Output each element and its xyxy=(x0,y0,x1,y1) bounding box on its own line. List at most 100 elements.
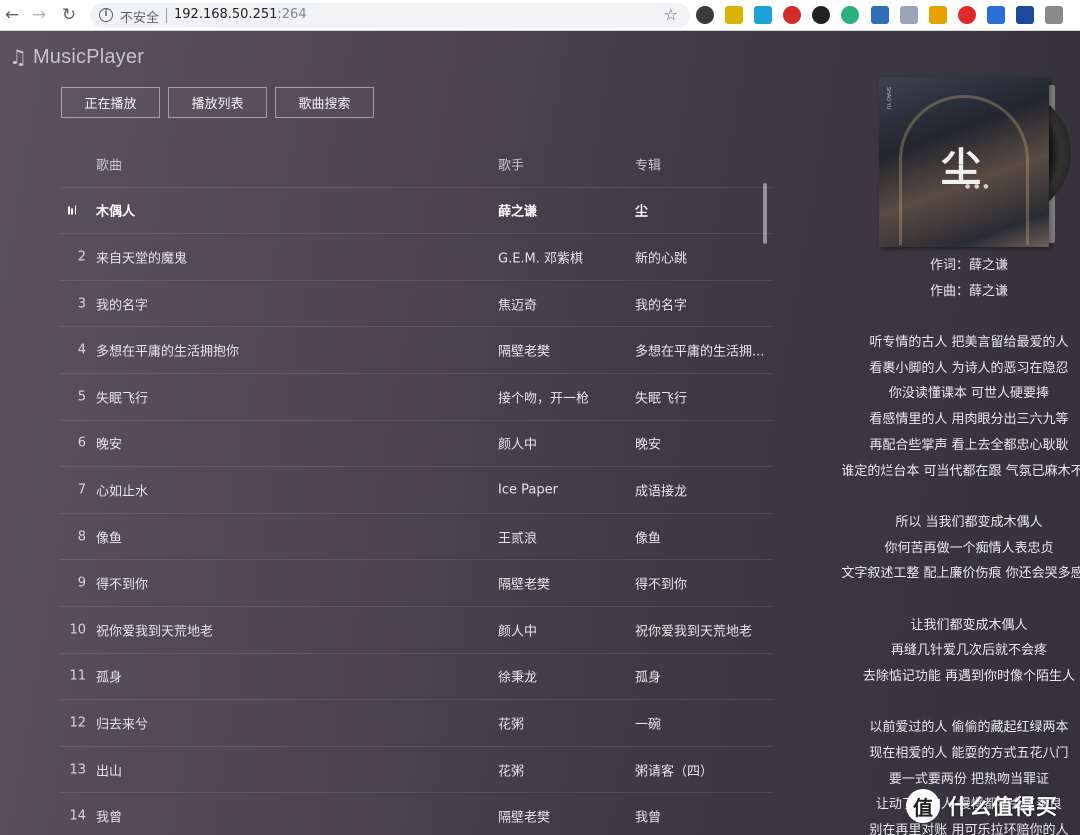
album-name: 像鱼 xyxy=(635,531,662,547)
table-row[interactable]: 11 孤身 徐秉龙 孤身 xyxy=(60,654,772,701)
extensions-bar xyxy=(696,5,1074,25)
artist-name: 焦迈奇 xyxy=(498,298,538,314)
song-title: 心如止水 xyxy=(96,484,149,500)
table-row[interactable]: 3 我的名字 焦迈奇 我的名字 xyxy=(60,281,772,328)
artist-name: 颜人中 xyxy=(498,437,538,453)
lyric-gap xyxy=(834,690,1080,716)
track-number: 14 xyxy=(69,808,86,824)
table-row[interactable]: 7 心如止水 Ice Paper 成语接龙 xyxy=(60,467,772,514)
music-player: ♫ MusicPlayer 正在播放 播放列表 歌曲搜索 歌曲 歌手 专辑 木偶… xyxy=(0,31,1080,835)
tab-song-search[interactable]: 歌曲搜索 xyxy=(275,87,374,118)
artist-name: 薛之谦 xyxy=(498,204,538,220)
track-number: 8 xyxy=(77,529,86,545)
table-row[interactable]: 12 归去来兮 花粥 一碗 xyxy=(60,700,772,747)
table-row[interactable]: 10 祝你爱我到天荒地老 颜人中 祝你爱我到天荒地老 xyxy=(60,607,772,654)
song-title: 失眠飞行 xyxy=(96,391,149,407)
list-scrollbar[interactable] xyxy=(763,183,767,244)
extension-icon[interactable] xyxy=(841,6,860,24)
table-row[interactable]: 4 多想在平庸的生活拥抱你 隔壁老樊 多想在平庸的生活拥... xyxy=(60,327,772,374)
album-name: 新的心跳 xyxy=(635,251,688,267)
url-text[interactable]: 192.168.50.251:264 xyxy=(174,7,307,22)
song-title: 我曾 xyxy=(96,810,123,826)
album-name: 我曾 xyxy=(635,810,662,826)
album-cover: SHAO YU 尘 ● ● ● xyxy=(879,77,1049,247)
extension-icon[interactable] xyxy=(754,6,773,24)
track-number: 3 xyxy=(77,296,86,312)
back-arrow-icon[interactable]: ← xyxy=(1,4,23,26)
table-row[interactable]: 8 像鱼 王贰浪 像鱼 xyxy=(60,514,772,561)
table-row[interactable]: 6 晚安 颜人中 晚安 xyxy=(60,421,772,468)
reload-icon[interactable]: ↻ xyxy=(58,4,80,26)
album-name: 得不到你 xyxy=(635,577,688,593)
artist-name: 颜人中 xyxy=(498,624,538,640)
lyric-line: 再配合些掌声 看上去全都忠心耿耿 xyxy=(869,437,1069,453)
lyric-line: 再缝几针爱几次后就不会疼 xyxy=(890,643,1047,659)
album-name: 失眠飞行 xyxy=(635,391,688,407)
artist-name: 花粥 xyxy=(498,764,525,780)
extension-icon[interactable] xyxy=(725,6,744,24)
player-tabs: 正在播放 播放列表 歌曲搜索 xyxy=(61,87,382,118)
lyric-line: 以前爱过的人 偷偷的藏起红绿两本 xyxy=(869,720,1069,736)
lyric-line: 看感情里的人 用肉眼分出三六九等 xyxy=(869,412,1069,428)
extension-icon[interactable] xyxy=(1045,6,1064,24)
artist-name: 隔壁老樊 xyxy=(498,810,551,826)
extension-icon[interactable] xyxy=(783,6,802,24)
lyric-line: 听专情的古人 把美言留给最爱的人 xyxy=(869,335,1069,351)
song-title: 我的名字 xyxy=(96,298,149,314)
address-bar[interactable]: i 不安全 192.168.50.251:264 ☆ xyxy=(90,3,690,28)
header-album: 专辑 xyxy=(635,158,662,174)
browser-toolbar: ← → ↻ i 不安全 192.168.50.251:264 ☆ xyxy=(0,0,1080,31)
music-note-icon: ♫ xyxy=(9,45,27,69)
album-name: 多想在平庸的生活拥... xyxy=(635,344,765,360)
lyric-gap xyxy=(834,587,1080,613)
album-name: 粥请客（四） xyxy=(635,764,714,780)
extension-icon[interactable] xyxy=(1016,6,1035,24)
tab-playlist[interactable]: 播放列表 xyxy=(168,87,267,118)
extension-icon[interactable] xyxy=(812,6,831,24)
lyric-line: 去除惦记功能 再遇到你时像个陌生人 xyxy=(862,669,1076,684)
song-title: 多想在平庸的生活拥抱你 xyxy=(96,344,240,360)
album-name: 成语接龙 xyxy=(635,484,688,500)
album-name: 尘 xyxy=(635,204,649,220)
extension-icon[interactable] xyxy=(986,6,1005,24)
table-row[interactable]: 2 来自天堂的魔鬼 G.E.M. 邓紫棋 新的心跳 xyxy=(60,234,772,281)
lyric-line: 作词：薛之谦 xyxy=(929,258,1008,273)
table-row[interactable]: 5 失眠飞行 接个吻，开一枪 失眠飞行 xyxy=(60,374,772,421)
artist-name: 徐秉龙 xyxy=(498,670,538,686)
table-row[interactable]: 13 出山 花粥 粥请客（四） xyxy=(60,747,772,794)
song-title: 祝你爱我到天荒地老 xyxy=(96,624,214,640)
artist-name: 王贰浪 xyxy=(498,531,538,547)
album-art: SHAO YU 尘 ● ● ● xyxy=(879,77,1073,249)
track-number: 12 xyxy=(69,715,86,731)
header-song: 歌曲 xyxy=(96,158,123,174)
song-title: 木偶人 xyxy=(96,204,136,220)
watermark-text: 什么值得买 xyxy=(948,795,1058,819)
song-title: 得不到你 xyxy=(96,577,149,593)
info-icon[interactable]: i xyxy=(99,8,113,22)
address-separator xyxy=(166,8,167,23)
song-list: 歌曲 歌手 专辑 木偶人 薛之谦尘 2 来自天堂的魔鬼 G.E.M. 邓紫棋 新的心跳 3 我… xyxy=(60,141,772,835)
table-header: 歌曲 歌手 专辑 xyxy=(60,141,772,188)
table-row[interactable]: 9 得不到你 隔壁老樊 得不到你 xyxy=(60,560,772,607)
extension-icon[interactable] xyxy=(899,6,918,24)
app-title: MusicPlayer xyxy=(32,45,145,68)
artist-name: G.E.M. 邓紫棋 xyxy=(498,251,584,267)
lyric-line: 让我们都变成木偶人 xyxy=(910,617,1028,633)
table-row[interactable]: 木偶人 薛之谦 尘 xyxy=(60,188,772,235)
lyric-gap xyxy=(834,484,1080,510)
table-row[interactable]: 14 我曾 隔壁老樊 我曾 xyxy=(60,793,772,835)
now-playing-icon xyxy=(68,205,78,215)
forward-arrow-icon[interactable]: → xyxy=(28,4,50,26)
song-title: 归去来兮 xyxy=(96,717,149,733)
extension-icon[interactable] xyxy=(957,6,976,24)
lyrics-panel: 作词：薛之谦 作曲：薛之谦 听专情的古人 把美言留给最爱的人 看裹小脚的人 为诗人的恶… xyxy=(834,253,1080,835)
album-name: 一碗 xyxy=(635,717,662,733)
watermark-logo: 值 xyxy=(906,789,940,823)
extension-icon[interactable] xyxy=(696,6,714,24)
tab-now-playing[interactable]: 正在播放 xyxy=(61,87,160,118)
extension-icon[interactable] xyxy=(870,6,889,24)
song-title: 晚安 xyxy=(96,437,123,453)
bookmark-star-icon[interactable]: ☆ xyxy=(664,5,678,24)
lyric-line: 现在相爱的人 能耍的方式五花八门 xyxy=(869,746,1069,762)
extension-icon[interactable] xyxy=(928,6,947,24)
